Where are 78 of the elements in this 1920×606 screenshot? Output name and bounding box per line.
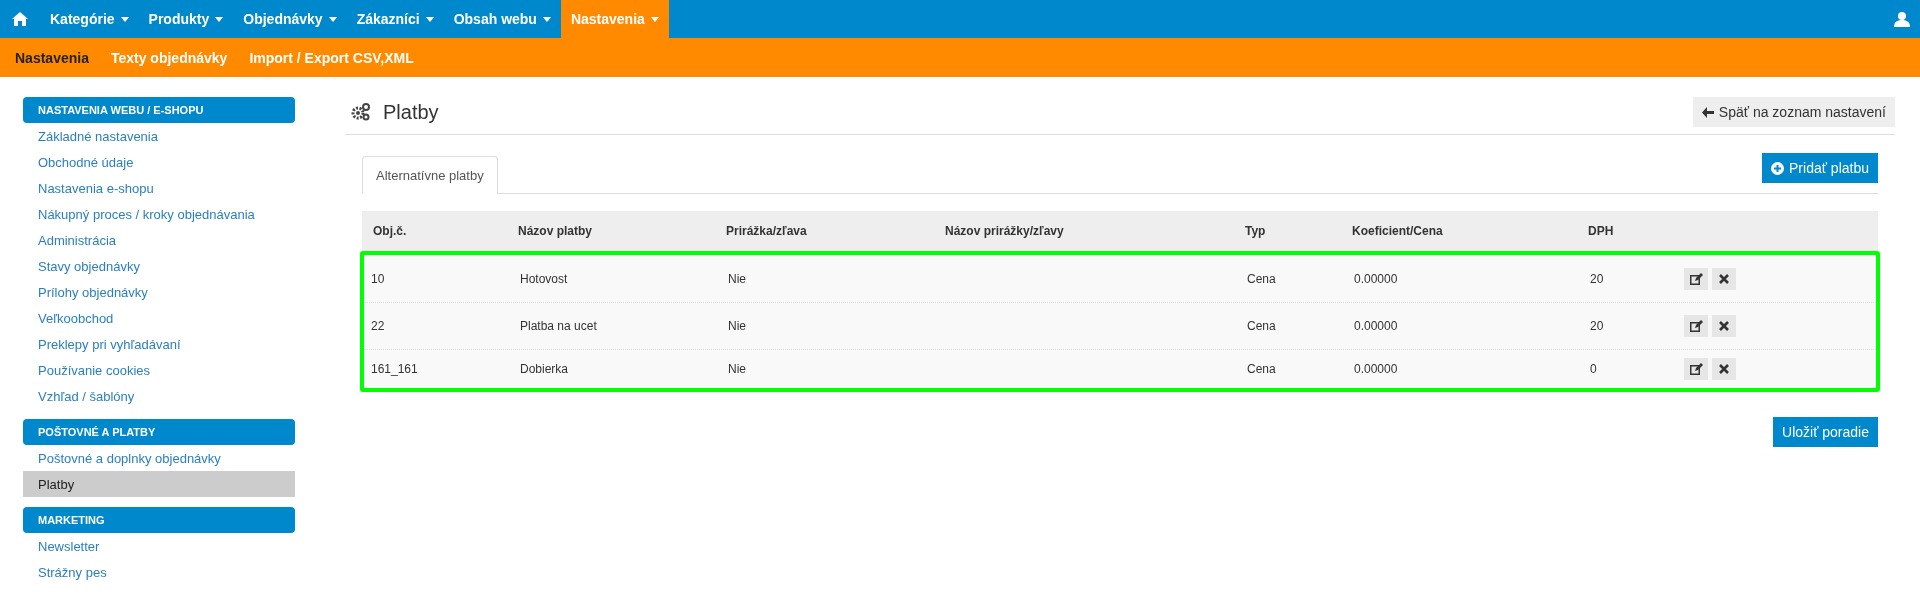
table-cell-text: 0: [1589, 362, 1598, 376]
edit-button[interactable]: [1684, 358, 1708, 380]
table-cell-text: 20: [1589, 271, 1605, 286]
subnav-link[interactable]: Import / Export CSV,XML: [238, 49, 425, 66]
table-cell-text: 20: [1589, 319, 1605, 333]
sidebar-link[interactable]: Vzhľad / šablóny: [23, 383, 295, 409]
nav-menu-item[interactable]: Zákazníci: [346, 0, 444, 38]
close-icon: [1719, 273, 1729, 284]
table-cell-text: 0.00000: [1353, 319, 1399, 333]
delete-button[interactable]: [1712, 358, 1736, 380]
table-cell-text: Dobierka: [519, 362, 570, 376]
sidebar-link[interactable]: Preklepy pri vyhľadávaní: [23, 331, 295, 357]
table-cell-text: Nie: [727, 271, 747, 286]
delete-button[interactable]: [1712, 267, 1736, 290]
table-cell-text: Hotovost: [519, 271, 569, 286]
tab[interactable]: Alternatívne platby: [362, 156, 498, 194]
sidebar-link[interactable]: Prílohy objednávky: [23, 279, 295, 305]
column-header: Typ: [1244, 224, 1267, 238]
table-cell-text: 10: [370, 271, 386, 286]
sidebar-link[interactable]: Newsletter: [23, 533, 295, 559]
caret-icon: [425, 16, 434, 22]
nav-menu-item[interactable]: Kategórie: [40, 0, 139, 38]
sidebar-link[interactable]: Nastavenia e-shopu: [23, 175, 295, 201]
nav-menu-item[interactable]: Nastavenia: [560, 0, 669, 38]
table-cell-text: 161_161: [370, 362, 419, 376]
back-button[interactable]: Späť na zoznam nastavení: [1692, 97, 1895, 127]
sidebar-link[interactable]: Administrácia: [23, 227, 295, 253]
nav-menu-item[interactable]: Produkty: [138, 0, 234, 38]
sidebar-link[interactable]: Veľkoobchod: [23, 305, 295, 331]
sidebar-link[interactable]: Obchodné údaje: [23, 149, 295, 175]
table-cell-text: Nie: [727, 319, 747, 333]
sidebar-link[interactable]: Strážny pes: [23, 559, 295, 585]
edit-button[interactable]: [1684, 315, 1708, 337]
column-header: Obj.č.: [372, 224, 408, 238]
table-cell-text: Cena: [1246, 362, 1277, 376]
column-header: Názov platby: [517, 224, 593, 238]
caret-icon: [215, 16, 224, 22]
sidebar-section-header: NASTAVENIA WEBU / E-SHOPU: [23, 97, 295, 123]
sidebar-link[interactable]: Základné nastavenia: [23, 123, 295, 149]
column-header: Prirážka/zľava: [725, 224, 808, 238]
gears-icon: [351, 103, 371, 121]
edit-icon: [1689, 320, 1703, 332]
add-payment-button[interactable]: Pridať platbu: [1762, 153, 1878, 183]
edit-button[interactable]: [1684, 267, 1708, 290]
table-cell-text: Cena: [1246, 271, 1277, 286]
nav-menu-item[interactable]: Obsah webu: [443, 0, 561, 38]
close-icon: [1719, 364, 1729, 374]
sidebar-link[interactable]: Nákupný proces / kroky objednávania: [23, 201, 295, 227]
table-cell-text: Nie: [727, 362, 747, 376]
column-header: Koeficient/Cena: [1351, 224, 1444, 238]
table-cell-text: 0.00000: [1353, 362, 1399, 376]
save-order-button[interactable]: Uložiť poradie: [1773, 417, 1878, 447]
table-cell-text: 0.00000: [1353, 271, 1399, 286]
nav-menu-item[interactable]: Objednávky: [233, 0, 347, 38]
caret-icon: [120, 16, 129, 22]
caret-icon: [542, 16, 551, 22]
plus-circle-icon: [1771, 161, 1785, 175]
edit-icon: [1689, 363, 1703, 375]
table-cell-text: Cena: [1246, 319, 1277, 333]
sidebar-link[interactable]: Stavy objednávky: [23, 253, 295, 279]
arrow-left-icon: [1701, 106, 1714, 118]
table-cell-text: Platba na ucet: [519, 319, 598, 333]
column-header: Názov prirážky/zľavy: [944, 224, 1065, 238]
close-icon: [1719, 321, 1729, 331]
edit-icon: [1689, 272, 1703, 285]
sidebar-section-header: POŠTOVNÉ A PLATBY: [23, 419, 295, 445]
sidebar-link[interactable]: Používanie cookies: [23, 357, 295, 383]
sidebar-link[interactable]: Poštovné a doplnky objednávky: [23, 445, 295, 471]
sidebar-link[interactable]: Platby: [23, 471, 295, 497]
subnav-link[interactable]: Nastavenia: [4, 49, 100, 66]
table-cell-text: 22: [370, 319, 386, 333]
column-header: DPH: [1587, 224, 1615, 238]
sidebar-section-header: MARKETING: [23, 507, 295, 533]
caret-icon: [328, 16, 337, 22]
caret-icon: [650, 16, 659, 22]
delete-button[interactable]: [1712, 315, 1736, 337]
subnav-link[interactable]: Texty objednávky: [99, 49, 239, 66]
page-title: Platby: [383, 100, 439, 124]
